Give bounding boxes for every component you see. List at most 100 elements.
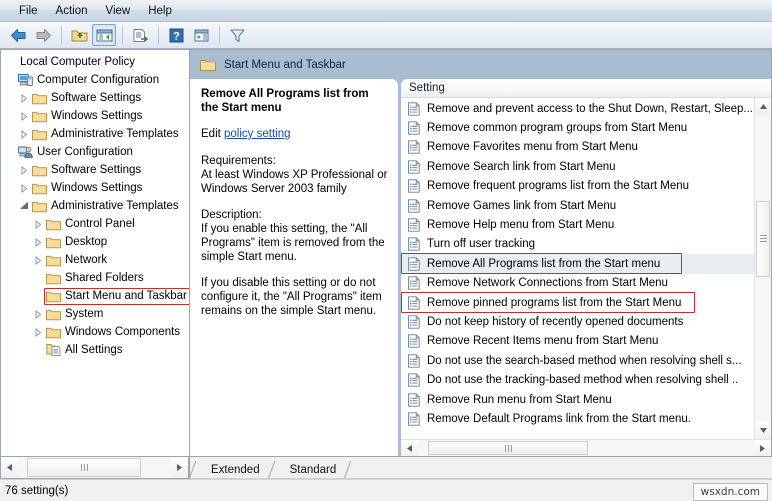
tree-horizontal-scrollbar[interactable]: [0, 457, 189, 479]
tree-node-content: Computer Configuration: [17, 71, 163, 89]
chevron-right-icon[interactable]: [31, 305, 45, 323]
all-settings-icon: [45, 341, 62, 359]
list-item[interactable]: Remove and prevent access to the Shut Do…: [401, 99, 754, 118]
scroll-left-button[interactable]: [401, 440, 418, 456]
tree-node-software-settings[interactable]: Software Settings: [1, 161, 189, 179]
policy-tree[interactable]: Local Computer Policy Computer Configurat…: [1, 50, 189, 456]
grip-icon: [80, 464, 88, 471]
list-item[interactable]: Remove Search link from Start Menu: [401, 157, 754, 176]
back-arrow-icon[interactable]: [6, 24, 30, 46]
tree-node-user-configuration[interactable]: User Configuration: [1, 143, 189, 161]
chevron-right-icon[interactable]: [17, 161, 31, 179]
chevron-right-icon[interactable]: [17, 107, 31, 125]
horizontal-scroll-thumb[interactable]: [428, 441, 588, 455]
chevron-right-icon[interactable]: [31, 215, 45, 233]
tree-node-shared-folders[interactable]: Shared Folders: [1, 269, 189, 287]
tree-node-all-settings[interactable]: All Settings: [1, 341, 189, 359]
tree-node-software-settings[interactable]: Software Settings: [1, 89, 189, 107]
list-item[interactable]: Do not keep history of recently opened d…: [401, 312, 754, 331]
list-item-label: Remove Favorites menu from Start Menu: [427, 141, 638, 154]
edit-prefix: Edit: [201, 128, 225, 140]
tree-scroll-left-button[interactable]: [1, 457, 18, 478]
list-item[interactable]: Remove pinned programs list from the Sta…: [401, 293, 754, 312]
list-item[interactable]: Do not use the search-based method when …: [401, 351, 754, 370]
scroll-down-button[interactable]: [755, 422, 771, 439]
tree-node-administrative-templates[interactable]: Administrative Templates: [1, 197, 189, 215]
chevron-right-icon[interactable]: [17, 125, 31, 143]
folder-icon: [45, 215, 62, 233]
tab-extended[interactable]: Extended: [200, 460, 269, 479]
properties-icon[interactable]: [189, 24, 213, 46]
menu-item-file[interactable]: File: [10, 3, 47, 19]
tree-node-content: Control Panel: [45, 215, 139, 233]
scroll-right-button[interactable]: [754, 440, 771, 456]
tree-node-administrative-templates[interactable]: Administrative Templates: [1, 125, 189, 143]
filter-icon[interactable]: [225, 24, 249, 46]
list-item[interactable]: Remove Network Connections from Start Me…: [401, 274, 754, 293]
tree-node-windows-components[interactable]: Windows Components: [1, 323, 189, 341]
policy-setting-icon: [406, 256, 422, 272]
menu-item-action[interactable]: Action: [47, 3, 97, 19]
list-horizontal-scrollbar[interactable]: [401, 439, 771, 456]
chevron-right-icon[interactable]: [31, 233, 45, 251]
tree-scroll-right-button[interactable]: [171, 457, 188, 478]
policy-setting-icon: [406, 353, 422, 369]
list-item[interactable]: Remove Run menu from Start Menu: [401, 390, 754, 409]
help-icon[interactable]: ?: [164, 24, 188, 46]
list-item-label: Remove Default Programs link from the St…: [427, 412, 691, 425]
tree-node-label: Windows Settings: [51, 109, 143, 122]
folder-icon: [45, 251, 62, 269]
list-item[interactable]: Turn off user tracking: [401, 235, 754, 254]
list-item[interactable]: Remove common program groups from Start …: [401, 118, 754, 137]
list-item[interactable]: Remove Favorites menu from Start Menu: [401, 138, 754, 157]
chevron-right-icon[interactable]: [31, 251, 45, 269]
list-item-label: Remove and prevent access to the Shut Do…: [427, 102, 754, 115]
vertical-scroll-thumb[interactable]: [756, 200, 770, 277]
export-list-icon[interactable]: [128, 24, 152, 46]
list-item[interactable]: Remove frequent programs list from the S…: [401, 177, 754, 196]
show-hide-tree-icon[interactable]: [92, 24, 116, 46]
policy-setting-icon: [406, 159, 422, 175]
policy-tree-pane: Local Computer Policy Computer Configurat…: [0, 49, 189, 457]
tree-node-windows-settings[interactable]: Windows Settings: [1, 179, 189, 197]
tab-standard[interactable]: Standard: [278, 460, 346, 479]
tree-node-local-computer-policy[interactable]: Local Computer Policy: [1, 53, 189, 71]
chevron-right-icon[interactable]: [17, 89, 31, 107]
tree-node-windows-settings[interactable]: Windows Settings: [1, 107, 189, 125]
tree-node-system[interactable]: System: [1, 305, 189, 323]
vertical-scroll-track[interactable]: [755, 115, 771, 422]
tree-node-computer-configuration[interactable]: Computer Configuration: [1, 71, 189, 89]
tree-node-label: Start Menu and Taskbar: [65, 289, 187, 302]
horizontal-scroll-track[interactable]: [418, 440, 754, 456]
tree-node-start-menu-and-taskbar[interactable]: Start Menu and Taskbar: [1, 287, 189, 305]
forward-arrow-icon[interactable]: [31, 24, 55, 46]
tree-node-label: Shared Folders: [65, 271, 144, 284]
column-header-setting[interactable]: Setting: [401, 79, 771, 98]
toolbar-separator: [219, 26, 220, 44]
menu-item-view[interactable]: View: [97, 3, 140, 19]
chevron-right-icon[interactable]: [17, 179, 31, 197]
up-folder-icon[interactable]: [67, 24, 91, 46]
tree-node-content: Windows Settings: [31, 107, 146, 125]
policy-setting-link[interactable]: policy setting: [224, 128, 290, 140]
list-item[interactable]: Remove Help menu from Start Menu: [401, 215, 754, 234]
list-item[interactable]: Do not use the tracking-based method whe…: [401, 370, 754, 389]
tree-node-control-panel[interactable]: Control Panel: [1, 215, 189, 233]
description-pane: Remove All Programs list from the Start …: [190, 79, 398, 456]
chevron-down-icon[interactable]: [17, 197, 31, 215]
tree-horizontal-scroll-track[interactable]: [18, 457, 171, 478]
scroll-up-button[interactable]: [755, 98, 771, 115]
list-item[interactable]: Remove Default Programs link from the St…: [401, 409, 754, 428]
list-item[interactable]: Remove Recent Items menu from Start Menu: [401, 332, 754, 351]
tree-horizontal-scroll-thumb[interactable]: [27, 458, 141, 477]
list-item[interactable]: Remove All Programs list from the Start …: [401, 254, 754, 274]
tree-node-network[interactable]: Network: [1, 251, 189, 269]
chevron-right-icon[interactable]: [31, 323, 45, 341]
list-vertical-scrollbar[interactable]: [754, 98, 771, 439]
list-item[interactable]: Remove Games link from Start Menu: [401, 196, 754, 215]
menu-item-help[interactable]: Help: [139, 3, 181, 19]
list-item-label: Remove Run menu from Start Menu: [427, 393, 612, 406]
tree-node-desktop[interactable]: Desktop: [1, 233, 189, 251]
settings-list[interactable]: Remove and prevent access to the Shut Do…: [401, 98, 754, 439]
